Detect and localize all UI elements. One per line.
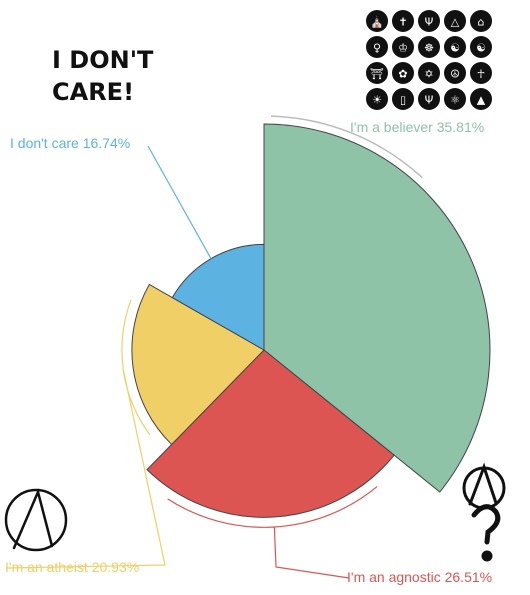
svg-text:☯: ☯ bbox=[450, 42, 460, 55]
slice-label-2: I'm an atheist 20.93% bbox=[5, 559, 139, 575]
temple-icon: ⌂ bbox=[470, 10, 492, 32]
triangle-hand-icon: ▲ bbox=[470, 88, 492, 110]
svg-text:⚛: ⚛ bbox=[450, 94, 460, 107]
svg-text:☥: ☥ bbox=[477, 68, 485, 81]
svg-text:Ψ: Ψ bbox=[425, 16, 434, 29]
figure-icon: ♀ bbox=[366, 36, 388, 58]
trident-icon: Ψ bbox=[418, 10, 440, 32]
slice-label-1: I'm an agnostic 26.51% bbox=[347, 569, 492, 585]
chart-slices bbox=[131, 123, 491, 518]
svg-text:⛪: ⛪ bbox=[370, 15, 384, 29]
tablet-icon: ▯ bbox=[392, 88, 414, 110]
svg-text:✡: ✡ bbox=[424, 68, 433, 81]
pyramid-icon: △ bbox=[444, 10, 466, 32]
sun-icon: ☀ bbox=[366, 88, 388, 110]
agnostic-symbol-icon bbox=[462, 462, 506, 562]
atheist-a-symbol-icon bbox=[4, 488, 68, 552]
slice-label-0: I'm a believer 35.81% bbox=[350, 119, 484, 135]
ankh-icon: ☥ bbox=[470, 62, 492, 84]
leader-3 bbox=[147, 145, 212, 259]
i-dont-care-sticker: I DON'T CARE! bbox=[52, 46, 154, 106]
lotus-icon: ✿ bbox=[392, 62, 414, 84]
svg-text:✝: ✝ bbox=[398, 16, 407, 29]
peace-icon: ☮ bbox=[444, 62, 466, 84]
meditation-icon: ☯ bbox=[444, 36, 466, 58]
dharma-wheel-icon: ☸ bbox=[418, 36, 440, 58]
svg-text:Ψ: Ψ bbox=[425, 94, 434, 107]
religion-symbols-grid-icon: ⛪ ✝ Ψ △ ⌂ ♀ ♔ ☸ ☯ ☯ ⛩ ✿ ✡ ☮ ☥ ☀ ▯ Ψ ⚛ ▲ bbox=[366, 10, 492, 110]
yin-yang-icon: ☯ bbox=[470, 36, 492, 58]
svg-text:△: △ bbox=[451, 16, 460, 29]
svg-text:☀: ☀ bbox=[372, 94, 382, 107]
slice-label-3: I don't care 16.74% bbox=[10, 135, 130, 151]
menorah-icon: Ψ bbox=[418, 88, 440, 110]
svg-text:⌂: ⌂ bbox=[478, 16, 485, 29]
svg-text:⛩: ⛩ bbox=[370, 68, 384, 81]
svg-text:☮: ☮ bbox=[450, 68, 460, 81]
church-icon: ⛪ bbox=[366, 10, 388, 32]
svg-text:✿: ✿ bbox=[398, 68, 407, 81]
crown-icon: ♔ bbox=[392, 36, 414, 58]
svg-text:▯: ▯ bbox=[400, 94, 406, 107]
svg-text:☸: ☸ bbox=[424, 42, 434, 55]
svg-text:♀: ♀ bbox=[373, 42, 381, 55]
cross-icon: ✝ bbox=[392, 10, 414, 32]
torii-icon: ⛩ bbox=[366, 62, 388, 84]
svg-text:☯: ☯ bbox=[476, 42, 486, 55]
svg-text:♔: ♔ bbox=[398, 42, 408, 55]
star-of-david-icon: ✡ bbox=[418, 62, 440, 84]
sticker-line-1: I DON'T bbox=[52, 46, 154, 74]
atom-icon: ⚛ bbox=[444, 88, 466, 110]
sticker-line-2: CARE! bbox=[52, 78, 134, 106]
chart-canvas: I DON'T CARE! ⛪ ✝ Ψ △ ⌂ ♀ ♔ ☸ ☯ ☯ ⛩ ✿ ✡ ☮ ☥ ☀ ▯ Ψ ⚛ ▲ I'm a… bbox=[4, 10, 506, 585]
svg-text:▲: ▲ bbox=[477, 94, 486, 107]
